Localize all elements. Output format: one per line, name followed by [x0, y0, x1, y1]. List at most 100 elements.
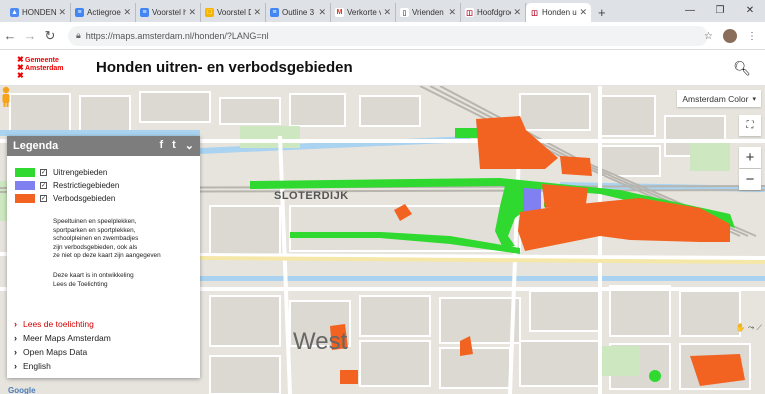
- zoom-out-button[interactable]: −: [739, 169, 761, 190]
- legend-title: Legenda: [13, 140, 59, 152]
- link-label: Meer Maps Amsterdam: [23, 333, 111, 343]
- address-bar[interactable]: 🔒︎ https://maps.amsterdam.nl/honden/?LAN…: [68, 25, 708, 46]
- twitter-icon[interactable]: t: [172, 139, 176, 152]
- tab-actiegroep[interactable]: ≡ Actiegroe ✕: [71, 3, 136, 22]
- back-icon[interactable]: ←: [0, 28, 20, 43]
- close-icon[interactable]: ✕: [579, 7, 587, 18]
- logo-line-2: Amsterdam: [25, 65, 64, 72]
- link-open-maps-data[interactable]: › Open Maps Data: [14, 345, 111, 359]
- legend-item-restrictie[interactable]: ✓ Restrictiegebieden: [15, 179, 200, 192]
- docs-icon: ≡: [270, 8, 279, 17]
- street-view-pegman-icon[interactable]: [0, 86, 12, 108]
- checkbox-icon[interactable]: ✓: [40, 195, 47, 202]
- bookmark-star-icon[interactable]: ☆: [704, 31, 713, 42]
- fullscreen-button[interactable]: ⛶: [739, 115, 761, 136]
- legend-header[interactable]: Legenda f t ⌄: [7, 136, 200, 156]
- close-icon[interactable]: ✕: [188, 7, 196, 18]
- legend-note: Speeltuinen en speelplekken, sportparken…: [53, 218, 193, 261]
- page-title: Honden uitren- en verbodsgebieden: [96, 59, 353, 76]
- note-line: Speeltuinen en speelplekken,: [53, 218, 137, 225]
- link-meer-maps-amsterdam[interactable]: › Meer Maps Amsterdam: [14, 331, 111, 345]
- close-icon[interactable]: ✕: [383, 7, 391, 18]
- tab-title: Voorstel h: [152, 8, 187, 17]
- tab-hondenui[interactable]: ▲HONDENUI✕: [6, 3, 71, 22]
- google-logo: Google: [8, 386, 36, 394]
- close-icon[interactable]: ✕: [318, 7, 326, 18]
- close-icon[interactable]: ✕: [123, 7, 131, 18]
- tab-title: Outline 3 r: [282, 8, 317, 17]
- logo-line-1: Gemeente: [25, 57, 59, 64]
- legend-item-label: Verbodsgebieden: [53, 194, 116, 203]
- legend-swatch: [15, 181, 35, 190]
- drive-icon: ▲: [10, 8, 19, 17]
- checkbox-icon[interactable]: ✓: [40, 169, 47, 176]
- link-lees-de-toelichting[interactable]: › Lees de toelichting: [14, 317, 111, 331]
- menu-kebab-icon[interactable]: ⋮: [747, 31, 757, 42]
- legend-note-development: Deze kaart is in ontwikkeling Lees de To…: [53, 272, 200, 289]
- link-label: English: [23, 361, 51, 371]
- reload-icon[interactable]: ↻: [40, 28, 60, 44]
- zoom-in-button[interactable]: +: [739, 147, 761, 168]
- window-close-icon[interactable]: ✕: [735, 5, 765, 16]
- legend-items: ✓ Uitrengebieden ✓ Restrictiegebieden ✓ Ver…: [7, 156, 200, 205]
- close-icon[interactable]: ✕: [58, 7, 66, 18]
- search-icon[interactable]: 🔍︎: [733, 60, 751, 77]
- legend-swatch: [15, 168, 35, 177]
- page-icon: ▯: [400, 8, 409, 17]
- note-line: Deze kaart is in ontwikkeling: [53, 271, 134, 279]
- basemap-select-label: Amsterdam Color: [682, 93, 749, 104]
- browser-chrome: ▲HONDENUI✕ ≡Actiegroe✕ ≡Voorstel h✕ □Voo…: [0, 0, 765, 50]
- map-label-west: West: [293, 328, 348, 355]
- chevron-right-icon: ›: [14, 361, 17, 371]
- legend-item-label: Uitrengebieden: [53, 168, 108, 177]
- tab-voorstel-h[interactable]: ≡ Voorstel h ✕: [136, 3, 201, 22]
- note-line: schoolpleinen en zwembadjes: [53, 235, 139, 243]
- maximize-icon[interactable]: ❐: [705, 5, 735, 16]
- tab-gmail[interactable]: M Verkorte v ✕: [331, 3, 396, 22]
- tab-title: Actiegroe: [87, 8, 121, 17]
- tab-title: Vrienden v: [412, 8, 447, 17]
- chevron-right-icon: ›: [14, 319, 17, 329]
- slides-icon: □: [205, 8, 214, 17]
- map-view[interactable]: SLOTERDIJK West Amsterdam Color ▾ ⛶ + − ✋…: [0, 86, 765, 394]
- profile-avatar[interactable]: [723, 29, 737, 43]
- tab-hoofdgroep[interactable]: ◫ Hoofdgroe ✕: [461, 3, 526, 22]
- facebook-icon[interactable]: f: [159, 139, 163, 152]
- chevron-down-icon[interactable]: ⌄: [185, 139, 194, 152]
- andreas-cross-icon: ✖: [17, 55, 24, 64]
- basemap-select[interactable]: Amsterdam Color ▾: [677, 90, 761, 107]
- legend-item-uitren[interactable]: ✓ Uitrengebieden: [15, 166, 200, 179]
- note-line: ze niet op deze kaart zijn aangegeven: [53, 252, 161, 260]
- close-icon[interactable]: ✕: [253, 7, 261, 18]
- tab-honden-active[interactable]: ◫ Honden uit ✕: [526, 3, 591, 22]
- docs-icon: ≡: [75, 8, 84, 17]
- close-icon[interactable]: ✕: [448, 7, 456, 18]
- tab-title: Verkorte v: [347, 8, 382, 17]
- minimize-icon[interactable]: —: [675, 5, 705, 16]
- gmail-icon: M: [335, 8, 344, 17]
- docs-icon: ≡: [140, 8, 149, 17]
- chevron-right-icon: ›: [14, 347, 17, 357]
- legend-swatch: [15, 194, 35, 203]
- tab-vrienden[interactable]: ▯ Vrienden v ✕: [396, 3, 461, 22]
- link-label: Lees de toelichting: [23, 319, 94, 329]
- tab-title: Hoofdgroe: [477, 8, 512, 17]
- page-header: ✖Gemeente ✖Amsterdam ✖ Honden uitren- en…: [0, 50, 765, 86]
- link-label: Open Maps Data: [23, 347, 88, 357]
- chevron-right-icon: ›: [14, 333, 17, 343]
- forward-icon[interactable]: →: [20, 28, 40, 43]
- gemeente-amsterdam-logo[interactable]: ✖Gemeente ✖Amsterdam ✖: [17, 56, 64, 80]
- note-line: zijn verbodsgebieden, ook als: [53, 243, 138, 251]
- close-icon[interactable]: ✕: [513, 7, 521, 18]
- link-english[interactable]: › English: [14, 359, 111, 373]
- caret-down-icon: ▾: [752, 95, 756, 103]
- map-tools-icons[interactable]: ✋ ⤳ ⟋: [736, 323, 762, 333]
- tab-voorstel-d[interactable]: □ Voorstel D ✕: [201, 3, 266, 22]
- andreas-cross-icon: ✖: [17, 71, 24, 80]
- checkbox-icon[interactable]: ✓: [40, 182, 47, 189]
- new-tab-icon[interactable]: +: [598, 3, 606, 22]
- browser-toolbar: ← → ↻ 🔒︎ https://maps.amsterdam.nl/honde…: [0, 22, 765, 50]
- tab-outline[interactable]: ≡ Outline 3 r ✕: [266, 3, 331, 22]
- note-line[interactable]: Lees de Toelichting: [53, 281, 200, 290]
- legend-item-verbod[interactable]: ✓ Verbodsgebieden: [15, 192, 200, 205]
